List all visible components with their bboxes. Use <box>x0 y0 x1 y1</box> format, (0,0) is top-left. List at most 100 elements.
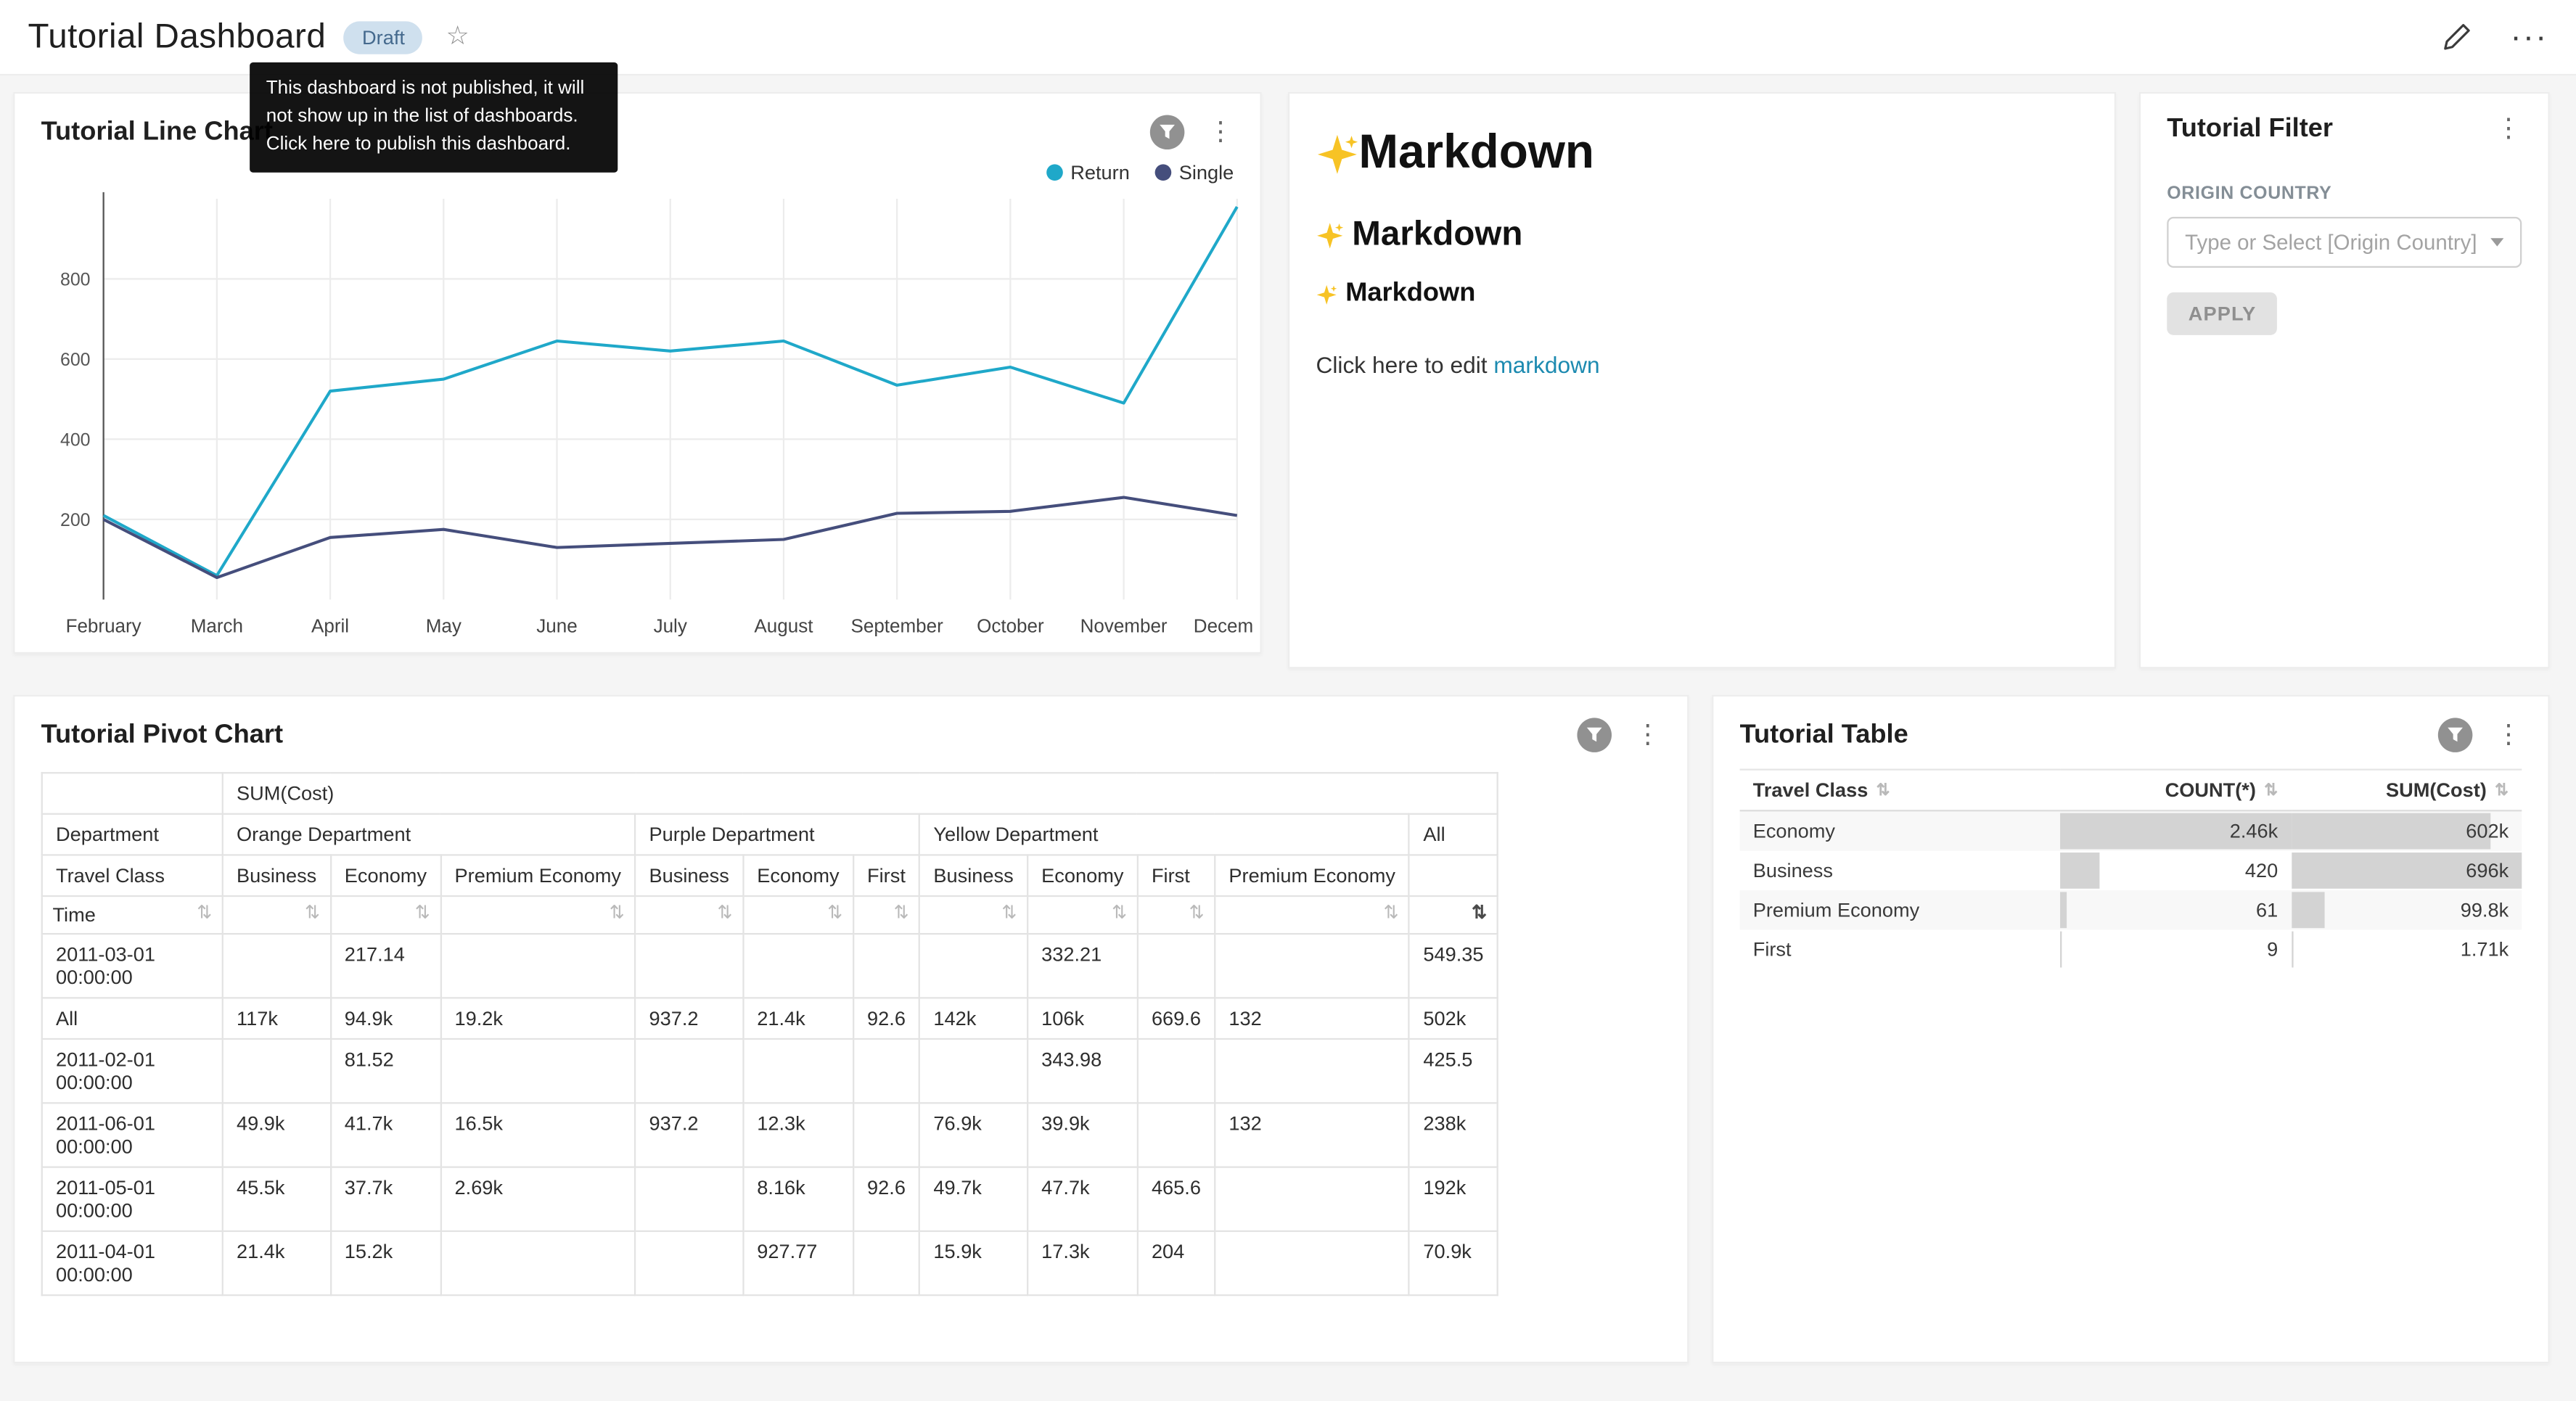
sort-icon[interactable]: ⇅ <box>1876 781 1890 800</box>
sort-icon[interactable]: ⇅ <box>1189 903 1205 925</box>
cell-travel-class: Economy <box>1740 810 2061 850</box>
line-chart[interactable]: 200400600800FebruaryMarchAprilMayJuneJul… <box>18 186 1254 652</box>
pivot-cell: 45.5k <box>223 1167 331 1231</box>
origin-country-label: ORIGIN COUNTRY <box>2167 184 2522 204</box>
legend-dot <box>1154 164 1171 181</box>
pivot-cell <box>919 1039 1027 1103</box>
filter-indicator-icon[interactable] <box>1577 718 1612 752</box>
chart-menu-icon[interactable]: ⋮ <box>1631 722 1664 748</box>
svg-text:800: 800 <box>60 269 91 289</box>
pivot-cell: 92.6 <box>853 1167 919 1231</box>
more-options-icon[interactable]: ··· <box>2510 20 2548 53</box>
pivot-row-label: 2011-06-01 00:00:00 <box>42 1103 223 1167</box>
sort-icon[interactable]: ⇅ <box>2264 781 2278 800</box>
sort-icon[interactable]: ⇅ <box>717 903 732 925</box>
pivot-sort-cell: ⇅ <box>1215 896 1409 934</box>
pivot-row-label: All <box>42 998 223 1039</box>
table-header-travel-class[interactable]: Travel Class⇅ <box>1740 770 2061 811</box>
filter-title: Tutorial Filter <box>2167 115 2333 144</box>
filter-menu-icon[interactable]: ⋮ <box>2493 117 2525 143</box>
pivot-cell: 332.21 <box>1027 934 1138 998</box>
pivot-row: 2011-03-01 00:00:00217.14332.21549.35 <box>42 934 1498 998</box>
pivot-col-header: Economy <box>1027 855 1138 896</box>
svg-text:September: September <box>851 615 944 637</box>
filter-indicator-icon[interactable] <box>2438 718 2473 752</box>
sort-icon[interactable]: ⇅ <box>1001 903 1017 925</box>
pivot-cell: 217.14 <box>331 934 441 998</box>
svg-text:October: October <box>977 615 1044 637</box>
pivot-col-header: Business <box>919 855 1027 896</box>
legend-item-return[interactable]: Return <box>1046 161 1130 184</box>
data-table: Travel Class⇅COUNT(*)⇅SUM(Cost)⇅Economy2… <box>1740 769 2522 969</box>
sort-icon[interactable]: ⇅ <box>197 903 212 925</box>
pivot-col-header: Economy <box>331 855 441 896</box>
apply-button[interactable]: APPLY <box>2167 292 2278 335</box>
pivot-cell <box>1215 1039 1409 1103</box>
pivot-cell: 192k <box>1409 1167 1498 1231</box>
pivot-sort-cell: ⇅ <box>1138 896 1215 934</box>
pivot-cell: 343.98 <box>1027 1039 1138 1103</box>
pivot-cell: 549.35 <box>1409 934 1498 998</box>
cell-value: 696k <box>2466 859 2509 882</box>
pivot-cell: 49.9k <box>223 1103 331 1167</box>
card-header: Tutorial Filter ⋮ <box>2141 94 2548 144</box>
pivot-cell: 465.6 <box>1138 1167 1215 1231</box>
svg-text:March: March <box>191 615 243 637</box>
pivot-cell <box>1215 1231 1409 1295</box>
cell-travel-class: Premium Economy <box>1740 890 2061 929</box>
legend-item-single[interactable]: Single <box>1154 161 1234 184</box>
sort-icon[interactable]: ⇅ <box>610 903 625 925</box>
pivot-cell <box>1138 1103 1215 1167</box>
chart-legend: Return Single <box>1046 161 1234 184</box>
sort-icon[interactable]: ⇅ <box>305 903 320 925</box>
chart-menu-icon[interactable]: ⋮ <box>1205 119 1237 145</box>
cell-sum: 602k <box>2291 810 2522 850</box>
table-header-label: COUNT(*) <box>2165 778 2256 802</box>
edit-dashboard-icon[interactable] <box>2443 23 2471 51</box>
sort-icon[interactable]: ⇅ <box>827 903 842 925</box>
sort-icon[interactable]: ⇅ <box>415 903 430 925</box>
card-header: Tutorial Line Chart ⋮ <box>15 94 1260 149</box>
chart-menu-icon[interactable]: ⋮ <box>2493 722 2525 748</box>
svg-text:February: February <box>66 615 141 637</box>
sort-icon[interactable]: ⇅ <box>894 903 909 925</box>
table-header-count[interactable]: COUNT(*) ⇅ <box>2060 770 2291 811</box>
pivot-sort-cell: ⇅ <box>919 896 1027 934</box>
header-actions: ··· <box>2443 20 2548 53</box>
table-title: Tutorial Table <box>1740 720 1908 750</box>
pivot-cell: 132 <box>1215 1103 1409 1167</box>
pivot-col-header: First <box>853 855 919 896</box>
cell-sum: 99.8k <box>2291 890 2522 929</box>
pivot-cell <box>853 1039 919 1103</box>
filter-indicator-icon[interactable] <box>1150 115 1185 149</box>
cell-sum: 1.71k <box>2291 929 2522 969</box>
origin-country-select[interactable]: Type or Select [Origin Country] <box>2167 217 2522 268</box>
pivot-cell <box>635 1039 743 1103</box>
pivot-row: 2011-05-01 00:00:0045.5k37.7k2.69k8.16k9… <box>42 1167 1498 1231</box>
sort-icon[interactable]: ⇅ <box>1112 903 1127 925</box>
sort-icon[interactable]: ⇅ <box>2495 781 2509 800</box>
pivot-cell: 238k <box>1409 1103 1498 1167</box>
legend-label: Single <box>1179 161 1234 184</box>
markdown-edit-link[interactable]: markdown <box>1493 352 1599 378</box>
draft-badge[interactable]: Draft <box>344 20 423 53</box>
pivot-cell: 106k <box>1027 998 1138 1039</box>
pivot-col-header: First <box>1138 855 1215 896</box>
cell-count: 9 <box>2060 929 2291 969</box>
cell-sum: 696k <box>2291 851 2522 890</box>
pivot-cell <box>853 934 919 998</box>
markdown-h3: Markdown <box>1316 279 2088 309</box>
favorite-star-icon[interactable]: ☆ <box>446 24 469 50</box>
card-tutorial-table: Tutorial Table ⋮ Travel Class⇅COUNT(*)⇅S… <box>1712 695 2550 1363</box>
sort-icon[interactable]: ⇅ <box>1384 903 1399 925</box>
table-header-sum-cost[interactable]: SUM(Cost)⇅ <box>2291 770 2522 811</box>
sort-icon[interactable]: ⇅ <box>1472 903 1487 925</box>
pivot-cell <box>440 1039 635 1103</box>
pivot-cell <box>1138 1039 1215 1103</box>
cell-value: 2.46k <box>2230 820 2278 843</box>
pivot-cell <box>635 934 743 998</box>
pivot-cell: 37.7k <box>331 1167 441 1231</box>
pivot-cell: 8.16k <box>743 1167 853 1231</box>
svg-text:June: June <box>536 615 577 637</box>
pivot-row: 2011-04-01 00:00:0021.4k15.2k927.7715.9k… <box>42 1231 1498 1295</box>
